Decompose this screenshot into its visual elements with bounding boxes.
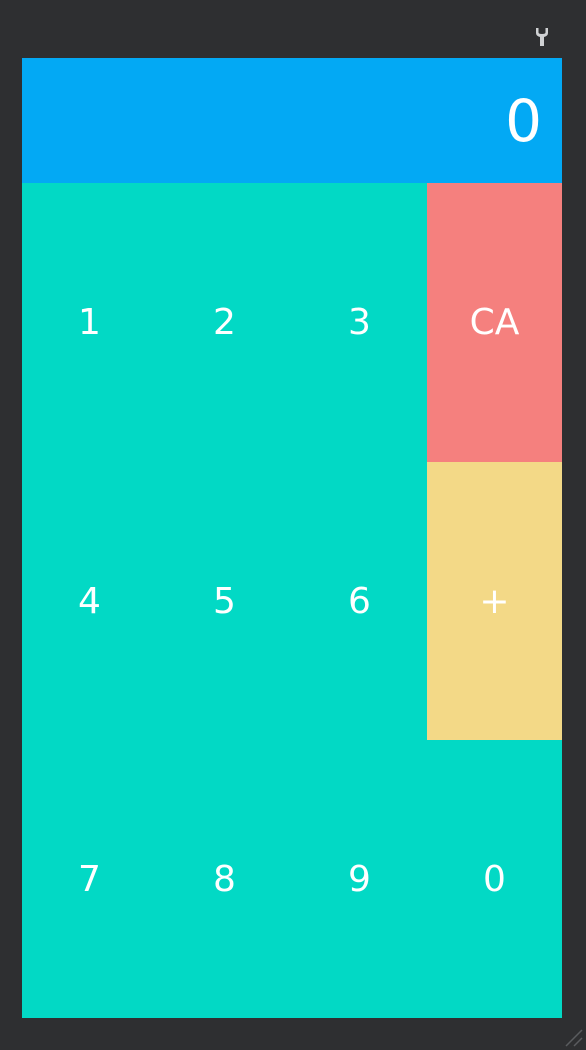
key-2[interactable]: 2 xyxy=(157,183,292,462)
key-9[interactable]: 9 xyxy=(292,740,427,1018)
key-6[interactable]: 6 xyxy=(292,462,427,740)
window-top-bar xyxy=(0,0,586,58)
display-value: 0 xyxy=(505,87,542,155)
clear-all-button[interactable]: CA xyxy=(427,183,562,462)
key-3[interactable]: 3 xyxy=(292,183,427,462)
key-4[interactable]: 4 xyxy=(22,462,157,740)
key-1[interactable]: 1 xyxy=(22,183,157,462)
plus-button[interactable]: + xyxy=(427,462,562,740)
key-7[interactable]: 7 xyxy=(22,740,157,1018)
calculator-app: 0 1 2 3 CA 4 5 6 + 7 8 9 0 xyxy=(22,58,562,1018)
calculator-display: 0 xyxy=(22,58,562,183)
wrench-icon[interactable] xyxy=(533,26,551,48)
resize-grip-icon[interactable] xyxy=(562,1026,584,1048)
key-8[interactable]: 8 xyxy=(157,740,292,1018)
key-0[interactable]: 0 xyxy=(427,740,562,1018)
emulator-window: 0 1 2 3 CA 4 5 6 + 7 8 9 0 xyxy=(0,0,586,1050)
key-5[interactable]: 5 xyxy=(157,462,292,740)
